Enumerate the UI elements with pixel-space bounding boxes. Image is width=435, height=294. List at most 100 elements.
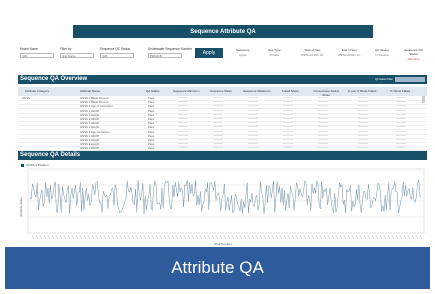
- x-tick-mark: [319, 234, 323, 240]
- cell-placeholder: [396, 109, 406, 111]
- x-tick-mark: [131, 234, 135, 240]
- x-tick-mark: [395, 234, 399, 240]
- cell-placeholder: [318, 118, 328, 119]
- x-tick-mark: [151, 234, 155, 240]
- cell-placeholder: [396, 97, 406, 98]
- dashboard-title: Sequence Attribute QA: [73, 25, 373, 38]
- x-tick-mark: [315, 234, 319, 240]
- details-plot: Attribute Value Shot Number: [19, 168, 425, 246]
- cell-placeholder: [283, 143, 293, 145]
- x-tick-mark: [243, 234, 247, 240]
- x-tick-mark: [163, 234, 167, 240]
- x-tick-mark: [415, 234, 419, 240]
- cell-placeholder: [248, 109, 258, 111]
- x-tick-mark: [379, 234, 383, 240]
- cell-placeholder: [213, 126, 223, 128]
- x-tick-mark: [235, 234, 239, 240]
- meta-seq-type: Seq Type Private: [268, 48, 281, 57]
- x-tick-mark: [387, 234, 391, 240]
- cell-placeholder: [358, 105, 368, 107]
- cell-placeholder: [178, 113, 188, 115]
- x-tick-mark: [331, 234, 335, 240]
- cell-placeholder: [358, 143, 368, 145]
- x-tick-mark: [215, 234, 219, 240]
- x-tick-mark: [59, 234, 63, 240]
- x-tick-mark: [375, 234, 379, 240]
- x-tick-mark: [287, 234, 291, 240]
- cell-placeholder: [178, 130, 188, 132]
- cell-placeholder: [283, 126, 293, 128]
- x-tick-mark: [227, 234, 231, 240]
- x-tick-mark: [203, 234, 207, 240]
- x-tick-mark: [91, 234, 95, 240]
- x-tick-mark: [323, 234, 327, 240]
- cell-placeholder: [213, 130, 223, 132]
- cell-placeholder: [213, 122, 223, 124]
- x-tick-mark: [63, 234, 67, 240]
- x-tick-mark: [291, 234, 295, 240]
- meta-start: Start of Seq 2/9/Nov/2021 10:: [301, 48, 324, 57]
- overview-scrollbar[interactable]: [422, 96, 425, 103]
- x-tick-mark: [339, 234, 343, 240]
- apply-button[interactable]: Apply: [195, 48, 223, 58]
- x-tick-mark: [75, 234, 79, 240]
- x-tick-mark: [143, 234, 147, 240]
- cell-placeholder: [178, 126, 188, 128]
- x-tick-mark: [407, 234, 411, 240]
- cell-placeholder: [213, 134, 223, 136]
- cell-placeholder: [248, 143, 258, 145]
- filter-model-name[interactable]: Model Name (All): [20, 47, 54, 58]
- x-tick-mark: [31, 234, 35, 240]
- filter-qc-status[interactable]: Sequence QC Status (All): [100, 47, 134, 58]
- x-tick-mark: [295, 234, 299, 240]
- x-tick-mark: [231, 234, 235, 240]
- cell-placeholder: [213, 118, 223, 119]
- x-tick-mark: [391, 234, 395, 240]
- x-tick-mark: [135, 234, 139, 240]
- x-tick-mark: [123, 234, 127, 240]
- x-tick-mark: [183, 234, 187, 240]
- cell-placeholder: [358, 147, 368, 149]
- cell-placeholder: [318, 105, 328, 107]
- cell-placeholder: [178, 105, 188, 107]
- meta-qc-status: QC Status In Review: [375, 48, 389, 57]
- filter-sequence-number[interactable]: Underwater Sequence Number PRM11B: [148, 47, 192, 58]
- x-tick-mark: [359, 234, 363, 240]
- cell-placeholder: [213, 105, 223, 107]
- cell-placeholder: [213, 101, 223, 103]
- x-tick-mark: [83, 234, 87, 240]
- cell-placeholder: [213, 147, 223, 149]
- x-tick-mark: [255, 234, 259, 240]
- x-tick-mark: [259, 234, 263, 240]
- cell-placeholder: [248, 147, 258, 149]
- cell-placeholder: [396, 105, 406, 107]
- cell-placeholder: [358, 134, 368, 136]
- cell-placeholder: [396, 147, 406, 149]
- qa-status-filter-toggle[interactable]: [395, 77, 425, 82]
- cell-placeholder: [283, 130, 293, 132]
- x-tick-mark: [363, 234, 367, 240]
- filter-by[interactable]: Filter by Hist Apple: [60, 47, 94, 58]
- caption-text: Attribute QA: [171, 258, 264, 277]
- cell-placeholder: [178, 97, 188, 98]
- x-tick-mark: [139, 234, 143, 240]
- x-tick-mark: [271, 234, 275, 240]
- cell-placeholder: [178, 147, 188, 149]
- cell-placeholder: [358, 97, 368, 98]
- meta-end: End of Seq 2/9/Nov/2021 11:: [338, 48, 361, 57]
- cell-placeholder: [178, 139, 188, 140]
- cell-placeholder: [283, 105, 293, 107]
- cell-placeholder: [213, 139, 223, 140]
- cell-placeholder: [396, 134, 406, 136]
- cell-placeholder: [318, 134, 328, 136]
- cell-placeholder: [213, 143, 223, 145]
- cell-placeholder: [283, 134, 293, 136]
- x-tick-mark: [195, 234, 199, 240]
- cell-placeholder: [248, 97, 258, 98]
- x-tick-mark: [87, 234, 91, 240]
- cell-placeholder: [358, 139, 368, 140]
- x-tick-mark: [55, 234, 59, 240]
- cell-placeholder: [283, 147, 293, 149]
- x-tick-mark: [351, 234, 355, 240]
- cell-placeholder: [396, 118, 406, 119]
